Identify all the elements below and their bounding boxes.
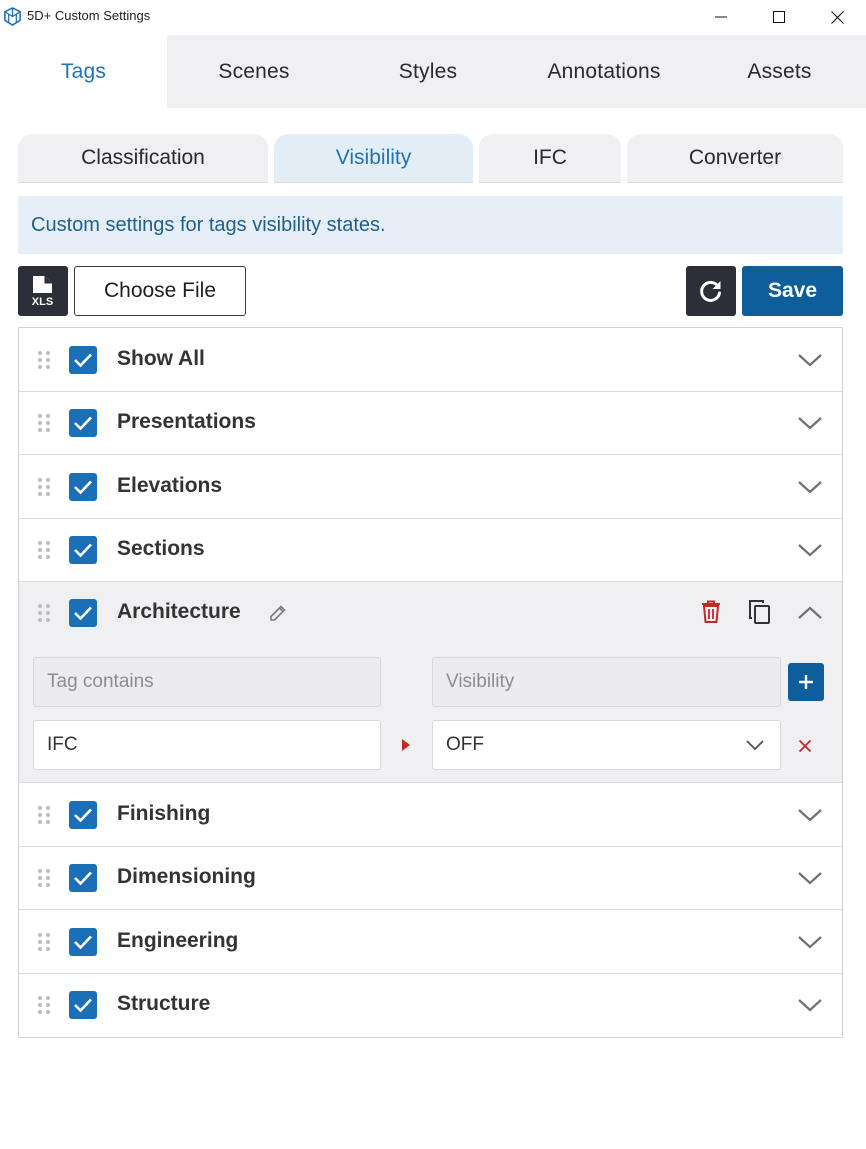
drag-handle-icon[interactable] bbox=[37, 540, 51, 560]
list-item[interactable]: Show All bbox=[19, 328, 842, 392]
tab-scenes[interactable]: Scenes bbox=[167, 35, 341, 108]
add-rule-button[interactable] bbox=[788, 663, 824, 701]
drag-handle-icon[interactable] bbox=[37, 477, 51, 497]
drag-handle-icon[interactable] bbox=[37, 868, 51, 888]
dimensioning-checkbox[interactable] bbox=[69, 864, 97, 892]
show-all-checkbox[interactable] bbox=[69, 346, 97, 374]
sections-checkbox[interactable] bbox=[69, 536, 97, 564]
title-bar: 5D+ Custom Settings bbox=[0, 0, 866, 34]
checkmark-icon bbox=[74, 998, 92, 1013]
list-item[interactable]: Presentations bbox=[19, 392, 842, 455]
xls-file-icon: XLS bbox=[32, 276, 53, 307]
chevron-down-icon[interactable] bbox=[797, 870, 823, 886]
subtab-converter[interactable]: Converter bbox=[627, 134, 843, 183]
visibility-header: Visibility bbox=[432, 657, 781, 707]
window-title: 5D+ Custom Settings bbox=[27, 8, 151, 23]
visibility-select[interactable]: OFF bbox=[432, 720, 781, 770]
refresh-icon bbox=[700, 280, 721, 302]
main-tab-bar: Tags Scenes Styles Annotations Assets bbox=[0, 35, 866, 108]
chevron-down-icon[interactable] bbox=[797, 479, 823, 495]
minimize-icon bbox=[715, 16, 727, 18]
tag-group-list: Show All Presentations Elevations Sectio… bbox=[18, 327, 843, 1038]
remove-rule-icon[interactable] bbox=[798, 739, 812, 753]
drag-handle-icon[interactable] bbox=[37, 995, 51, 1015]
minimize-button[interactable] bbox=[692, 0, 750, 34]
list-item[interactable]: Dimensioning bbox=[19, 847, 842, 910]
maximize-button[interactable] bbox=[750, 0, 808, 34]
arrow-right-icon bbox=[402, 739, 410, 751]
chevron-down-icon[interactable] bbox=[797, 352, 823, 368]
subtab-visibility[interactable]: Visibility bbox=[274, 134, 473, 183]
xls-import-button[interactable]: XLS bbox=[18, 266, 68, 316]
checkmark-icon bbox=[74, 480, 92, 495]
checkmark-icon bbox=[74, 935, 92, 950]
row-label: Structure bbox=[117, 992, 211, 1015]
engineering-checkbox[interactable] bbox=[69, 928, 97, 956]
delete-icon[interactable] bbox=[701, 600, 721, 624]
plus-icon bbox=[799, 675, 813, 689]
chevron-down-icon[interactable] bbox=[797, 542, 823, 558]
drag-handle-icon[interactable] bbox=[37, 932, 51, 952]
list-item[interactable]: Sections bbox=[19, 519, 842, 582]
checkmark-icon bbox=[74, 543, 92, 558]
list-item[interactable]: Structure bbox=[19, 974, 842, 1037]
row-label: Presentations bbox=[117, 410, 256, 433]
checkmark-icon bbox=[74, 808, 92, 823]
presentations-checkbox[interactable] bbox=[69, 409, 97, 437]
elevations-checkbox[interactable] bbox=[69, 473, 97, 501]
structure-checkbox[interactable] bbox=[69, 991, 97, 1019]
list-item-expanded: Architecture Tag contains Visibility IFC… bbox=[19, 582, 842, 783]
tag-contains-input[interactable]: IFC bbox=[33, 720, 381, 770]
visibility-select-value: OFF bbox=[446, 734, 484, 755]
checkmark-icon bbox=[74, 416, 92, 431]
close-window-button[interactable] bbox=[808, 0, 866, 34]
maximize-icon bbox=[773, 11, 785, 23]
close-icon bbox=[830, 10, 844, 24]
list-item[interactable]: Elevations bbox=[19, 455, 842, 519]
tab-assets[interactable]: Assets bbox=[693, 35, 866, 108]
tab-styles[interactable]: Styles bbox=[341, 35, 515, 108]
copy-icon[interactable] bbox=[748, 599, 772, 625]
subtab-classification[interactable]: Classification bbox=[18, 134, 268, 183]
architecture-checkbox[interactable] bbox=[69, 599, 97, 627]
subtab-ifc[interactable]: IFC bbox=[479, 134, 621, 183]
app-logo-icon bbox=[4, 7, 21, 26]
tag-contains-header: Tag contains bbox=[33, 657, 381, 707]
chevron-down-icon[interactable] bbox=[797, 934, 823, 950]
tab-tags[interactable]: Tags bbox=[0, 35, 167, 108]
finishing-checkbox[interactable] bbox=[69, 801, 97, 829]
chevron-down-icon bbox=[746, 740, 764, 751]
row-label: Dimensioning bbox=[117, 865, 256, 888]
chevron-down-icon[interactable] bbox=[797, 807, 823, 823]
svg-text:XLS: XLS bbox=[32, 296, 53, 307]
row-label: Show All bbox=[117, 347, 205, 370]
drag-handle-icon[interactable] bbox=[37, 350, 51, 370]
row-label: Architecture bbox=[117, 600, 241, 623]
list-item[interactable]: Finishing bbox=[19, 783, 842, 847]
row-label: Sections bbox=[117, 537, 205, 560]
chevron-down-icon[interactable] bbox=[797, 997, 823, 1013]
drag-handle-icon[interactable] bbox=[37, 413, 51, 433]
checkmark-icon bbox=[74, 871, 92, 886]
chevron-up-icon[interactable] bbox=[797, 605, 823, 621]
edit-pencil-icon[interactable] bbox=[269, 604, 287, 622]
tab-annotations[interactable]: Annotations bbox=[515, 35, 693, 108]
save-button[interactable]: Save bbox=[742, 266, 843, 316]
checkmark-icon bbox=[74, 353, 92, 368]
refresh-button[interactable] bbox=[686, 266, 736, 316]
row-label: Finishing bbox=[117, 802, 211, 825]
chevron-down-icon[interactable] bbox=[797, 415, 823, 431]
row-label: Engineering bbox=[117, 929, 239, 952]
drag-handle-icon[interactable] bbox=[37, 805, 51, 825]
info-banner: Custom settings for tags visibility stat… bbox=[18, 196, 843, 254]
choose-file-button[interactable]: Choose File bbox=[74, 266, 246, 316]
drag-handle-icon[interactable] bbox=[37, 603, 51, 623]
list-item[interactable]: Engineering bbox=[19, 910, 842, 974]
checkmark-icon bbox=[74, 606, 92, 621]
row-label: Elevations bbox=[117, 474, 223, 497]
